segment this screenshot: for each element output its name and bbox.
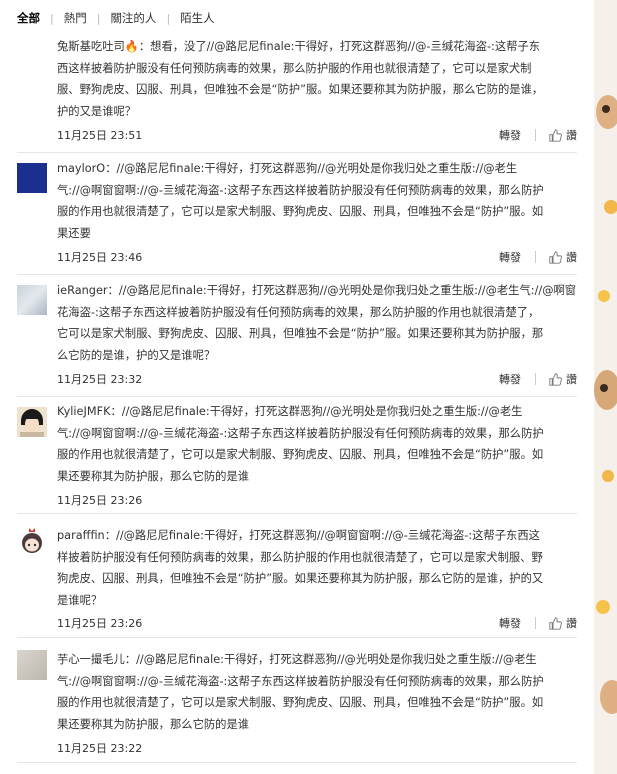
comment-line: 气://@啊窗窗啊://@-亖缄花海盗-:这帮子东西这样披着防护服没有任何预防病… xyxy=(57,674,544,688)
like-label: 讚 xyxy=(566,373,577,386)
avatar[interactable] xyxy=(17,407,47,437)
comment-line: 气://@啊窗窗啊://@-亖缄花海盗-:这帮子东西这样披着防护服没有任何预防病… xyxy=(57,426,544,440)
like-button[interactable]: 讚 xyxy=(549,615,577,631)
comment-body: parafffin：//@路尼尼finale:干得好，打死这群恶狗//@啊窗窗啊… xyxy=(57,525,577,611)
comment-line: 果还要称其为防护服，那么它防的是谁 xyxy=(57,717,250,731)
action-divider xyxy=(535,373,536,385)
comment-line: 服的作用也就很清楚了，它可以是家犬制服、野狗虎皮、囚服、刑具，但唯独不会是“防护… xyxy=(57,448,544,462)
comment-line: 是谁呢？ xyxy=(57,593,103,607)
comment-line: 兔斯基吃吐司🔥：想看，没了//@路尼尼finale:干得好，打死这群恶狗//@-… xyxy=(57,40,541,53)
comment-body: 兔斯基吃吐司🔥：想看，没了//@路尼尼finale:干得好，打死这群恶狗//@-… xyxy=(57,36,577,122)
tab-divider: | xyxy=(166,11,171,25)
comment-timestamp: 11月25日 23:32 xyxy=(57,373,143,386)
comment-line: 果还要 xyxy=(57,226,91,240)
comment-line: 它可以是家犬制服、野狗虎皮、囚服、刑具，但唯独不会是“防护”服。如果还要称其为防… xyxy=(57,327,544,341)
like-label: 讚 xyxy=(566,617,577,630)
comment-line: 气://@啊窗窗啊://@-亖缄花海盗-:这帮子东西这样披着防护服没有任何预防病… xyxy=(57,183,544,197)
forward-button[interactable]: 轉發 xyxy=(499,249,521,265)
comment-footer: 11月25日 23:32 轉發 讚 xyxy=(57,370,577,388)
comment-item: parafffin：//@路尼尼finale:干得好，打死这群恶狗//@啊窗窗啊… xyxy=(17,514,577,638)
action-divider xyxy=(535,617,536,629)
comment-line: 芋心一撮毛儿：//@路尼尼finale:干得好，打死这群恶狗//@光明处是你我归… xyxy=(57,653,537,666)
comment-line: 狗虎皮、囚服、刑具，但唯独不会是“防护”服。如果还要称其为防护服，那么它防的是谁… xyxy=(57,572,544,586)
avatar[interactable] xyxy=(17,650,47,680)
background-decoration xyxy=(594,0,617,774)
comment-line: 样披着防护服没有任何预防病毒的效果，那么防护服的作用也就很清楚了，它可以是家犬制… xyxy=(57,550,543,564)
thumbs-up-icon xyxy=(549,616,562,630)
comment-footer: 11月25日 23:46 轉發 讚 xyxy=(57,248,577,266)
comment-line: KylieJMFK：//@路尼尼finale:干得好，打死这群恶狗//@光明处是… xyxy=(57,405,523,418)
comment-line: 果还要称其为防护服，那么它防的是谁 xyxy=(57,469,250,483)
comment-footer: 11月25日 23:26 xyxy=(57,491,577,509)
avatar-illustration xyxy=(17,526,47,556)
comment-footer: 11月25日 23:51 轉發 讚 xyxy=(57,126,577,144)
comment-text: 芋心一撮毛儿：//@路尼尼finale:干得好，打死这群恶狗//@光明处是你我归… xyxy=(57,649,577,735)
comment-timestamp: 11月25日 23:51 xyxy=(57,129,143,142)
comment-body: KylieJMFK：//@路尼尼finale:干得好，打死这群恶狗//@光明处是… xyxy=(57,401,577,487)
comment-line: 么它防的是谁，护的又是谁呢？ xyxy=(57,348,216,362)
like-label: 讚 xyxy=(566,129,577,142)
comment-line: 服的作用也就很清楚了，它可以是家犬制服、野狗虎皮、囚服、刑具，但唯独不会是“防护… xyxy=(57,696,544,710)
tab-hot[interactable]: 熱門 xyxy=(64,10,97,26)
avatar[interactable] xyxy=(17,526,47,556)
comment-line: 西这样披着防护服没有任何预防病毒的效果，那么防护服的作用也就很清楚了，它可以是家… xyxy=(57,61,532,75)
comment-body: ieRanger：//@路尼尼finale:干得好，打死这群恶狗//@光明处是你… xyxy=(57,280,577,366)
comment-line: parafffin：//@路尼尼finale:干得好，打死这群恶狗//@啊窗窗啊… xyxy=(57,529,540,542)
action-divider xyxy=(535,251,536,263)
tab-divider: | xyxy=(96,11,101,25)
forward-button[interactable]: 轉發 xyxy=(499,371,521,387)
comment-item: 兔斯基吃吐司🔥：想看，没了//@路尼尼finale:干得好，打死这群恶狗//@-… xyxy=(17,30,577,153)
comment-line: ieRanger：//@路尼尼finale:干得好，打死这群恶狗//@光明处是你… xyxy=(57,284,577,297)
avatar-illustration xyxy=(17,407,47,437)
comment-timestamp: 11月25日 23:46 xyxy=(57,251,143,264)
thumbs-up-icon xyxy=(549,372,562,386)
comment-line: 服、野狗虎皮、囚服、刑具，但唯独不会是“防护”服。如果还要称其为防护服，那么它防… xyxy=(57,83,544,97)
comment-item: maylorO：//@路尼尼finale:干得好，打死这群恶狗//@光明处是你我… xyxy=(17,153,577,275)
comment-panel: 全部 | 熱門 | 關注的人 | 陌生人 兔斯基吃吐司🔥：想看，没了//@路尼尼… xyxy=(0,0,594,774)
comment-text: parafffin：//@路尼尼finale:干得好，打死这群恶狗//@啊窗窗啊… xyxy=(57,525,577,611)
comment-body: maylorO：//@路尼尼finale:干得好，打死这群恶狗//@光明处是你我… xyxy=(57,158,577,244)
like-label: 讚 xyxy=(566,251,577,264)
comment-item: 芋心一撮毛儿：//@路尼尼finale:干得好，打死这群恶狗//@光明处是你我归… xyxy=(17,638,577,763)
comment-line: 服的作用也就很清楚了，它可以是家犬制服、野狗虎皮、囚服、刑具，但唯独不会是“防护… xyxy=(57,205,544,219)
thumbs-up-icon xyxy=(549,250,562,264)
comment-line: maylorO：//@路尼尼finale:干得好，打死这群恶狗//@光明处是你我… xyxy=(57,162,518,175)
comment-text: 兔斯基吃吐司🔥：想看，没了//@路尼尼finale:干得好，打死这群恶狗//@-… xyxy=(57,36,577,122)
comment-line: 护的又是谁呢？ xyxy=(57,104,137,118)
comment-item: KylieJMFK：//@路尼尼finale:干得好，打死这群恶狗//@光明处是… xyxy=(17,397,577,514)
comment-text: KylieJMFK：//@路尼尼finale:干得好，打死这群恶狗//@光明处是… xyxy=(57,401,577,487)
like-button[interactable]: 讚 xyxy=(549,127,577,143)
forward-button[interactable]: 轉發 xyxy=(499,127,521,143)
like-button[interactable]: 讚 xyxy=(549,249,577,265)
comment-timestamp: 11月25日 23:26 xyxy=(57,617,143,630)
action-divider xyxy=(535,129,536,141)
comment-footer: 11月25日 23:26 轉發 讚 xyxy=(57,614,577,632)
tab-divider: | xyxy=(50,11,54,25)
comment-body: 芋心一撮毛儿：//@路尼尼finale:干得好，打死这群恶狗//@光明处是你我归… xyxy=(57,649,577,735)
comment-footer: 11月25日 23:22 xyxy=(57,739,577,757)
tab-following[interactable]: 關注的人 xyxy=(110,10,166,26)
avatar[interactable] xyxy=(17,285,47,315)
comment-text: ieRanger：//@路尼尼finale:干得好，打死这群恶狗//@光明处是你… xyxy=(57,280,577,366)
comment-timestamp: 11月25日 23:22 xyxy=(57,742,143,755)
comment-timestamp: 11月25日 23:26 xyxy=(57,494,143,507)
like-button[interactable]: 讚 xyxy=(549,371,577,387)
comment-line: 花海盗-:这帮子东西这样披着防护服没有任何预防病毒的效果，那么防护服的作用也就很… xyxy=(57,305,540,319)
tab-strangers[interactable]: 陌生人 xyxy=(180,10,225,26)
forward-button[interactable]: 轉發 xyxy=(499,615,521,631)
comment-item: ieRanger：//@路尼尼finale:干得好，打死这群恶狗//@光明处是你… xyxy=(17,275,577,397)
thumbs-up-icon xyxy=(549,128,562,142)
comment-text: maylorO：//@路尼尼finale:干得好，打死这群恶狗//@光明处是你我… xyxy=(57,158,577,244)
tab-all[interactable]: 全部 xyxy=(17,10,50,26)
comment-list: 兔斯基吃吐司🔥：想看，没了//@路尼尼finale:干得好，打死这群恶狗//@-… xyxy=(0,30,594,763)
avatar[interactable] xyxy=(17,163,47,193)
